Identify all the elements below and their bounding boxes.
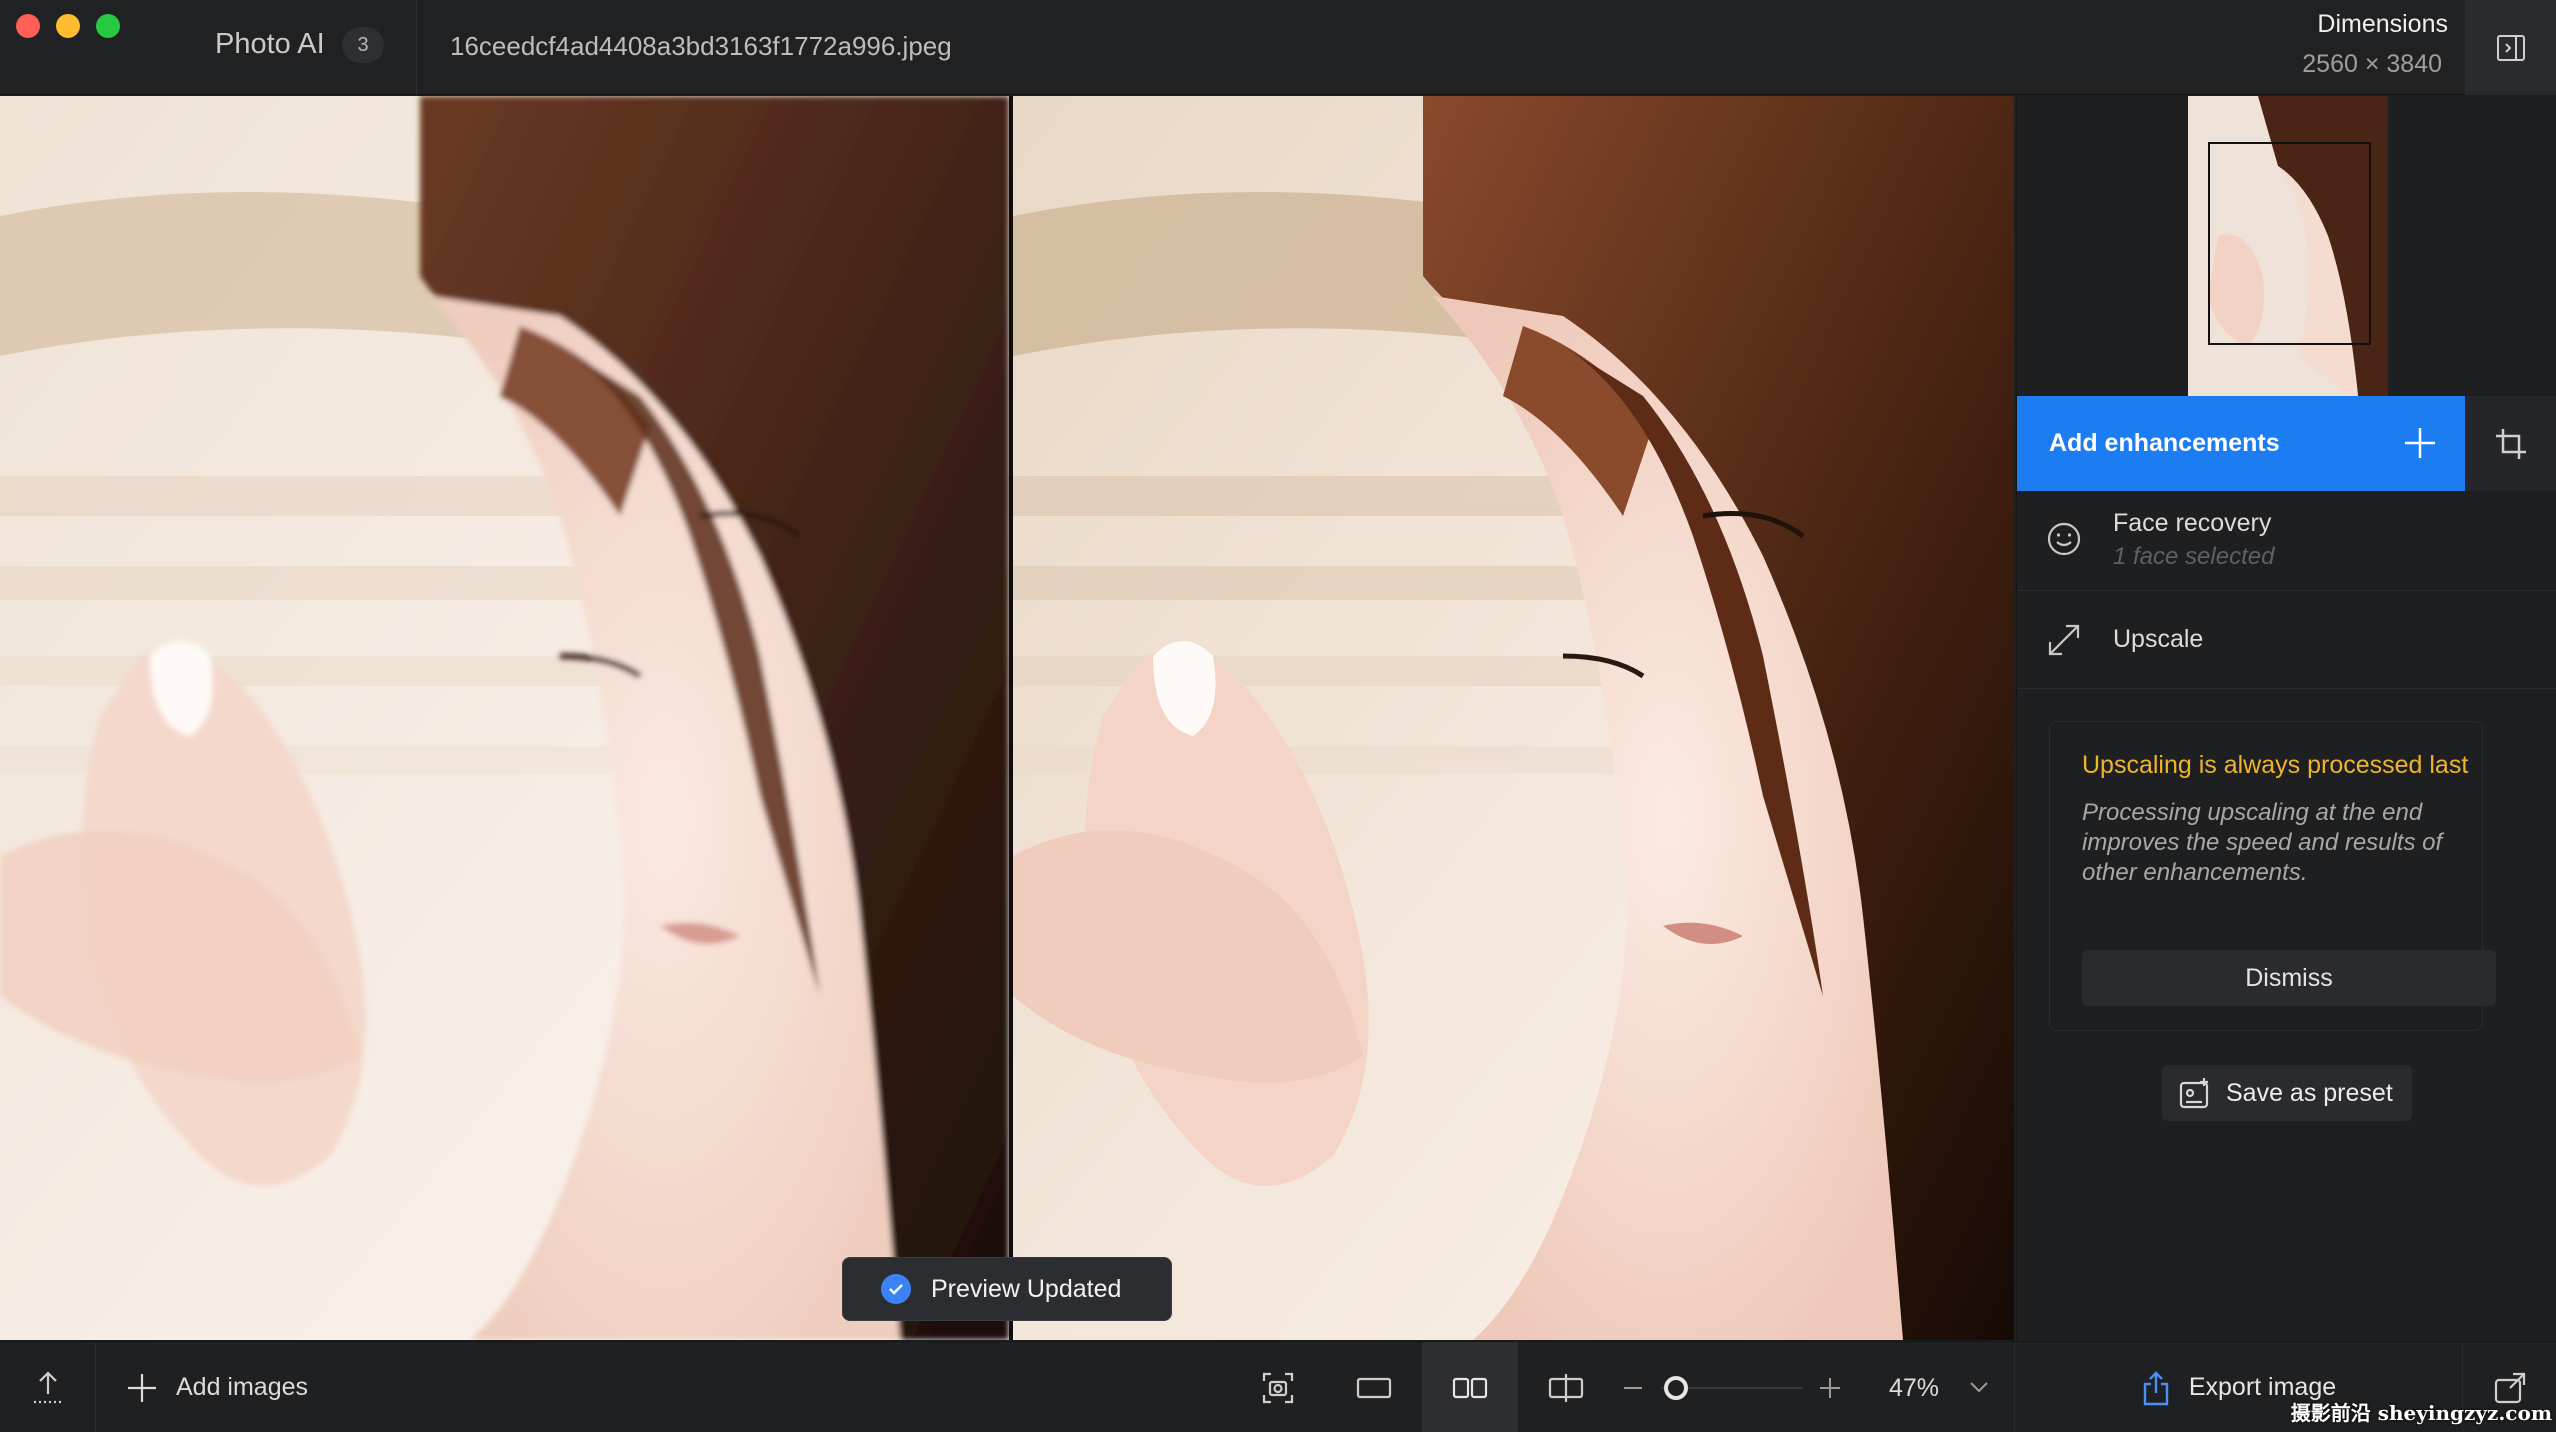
viewport-indicator[interactable] (2208, 142, 2371, 345)
face-recovery-item[interactable]: Face recovery 1 face selected (2017, 491, 2556, 591)
notice-title: Upscaling is always processed last (2082, 751, 2469, 779)
crop-button[interactable] (2465, 396, 2556, 491)
sidebar-toggle-button[interactable] (2465, 0, 2556, 95)
toast-message: Preview Updated (931, 1274, 1122, 1303)
zoom-in-icon[interactable] (1818, 1376, 1842, 1400)
zoom-slider[interactable] (1622, 1342, 1852, 1432)
zoom-level[interactable]: 47% (1889, 1374, 1939, 1403)
upscale-item[interactable]: Upscale (2017, 591, 2556, 689)
snapshot-button[interactable] (1230, 1342, 1326, 1432)
upscale-title: Upscale (2113, 625, 2204, 653)
watermark-text: 摄影前沿 sheyingzyz.com (2290, 1401, 2552, 1425)
save-as-preset-label: Save as preset (2226, 1078, 2393, 1107)
dimensions-label: Dimensions (2317, 10, 2448, 38)
file-name: 16ceedcf4ad4408a3bd3163f1772a996.jpeg (450, 31, 952, 61)
share-export-icon (2143, 1370, 2169, 1405)
add-enhancements-button[interactable]: Add enhancements (2017, 396, 2465, 491)
image-count-badge[interactable]: 3 (342, 27, 384, 63)
face-recovery-title: Face recovery (2113, 509, 2272, 537)
title-bar: Photo AI 3 16ceedcf4ad4408a3bd3163f1772a… (0, 0, 2556, 95)
sidebar-toggle-icon (2496, 34, 2525, 61)
app-name: Photo AI (215, 28, 325, 60)
split-view-icon (1548, 1373, 1584, 1402)
plus-icon (2405, 428, 2435, 458)
bottom-toolbar: Add images 47% Export image (0, 1341, 2556, 1432)
single-view-button[interactable] (1326, 1342, 1422, 1432)
enhanced-photo (1013, 96, 2014, 1340)
upload-icon (33, 1370, 62, 1403)
zoom-out-icon[interactable] (1622, 1380, 1644, 1396)
camera-focus-icon (1262, 1372, 1294, 1403)
dimensions-value: 2560 × 3840 (2302, 50, 2442, 78)
smiley-face-icon (2047, 522, 2081, 556)
expand-arrows-icon (2048, 624, 2080, 656)
side-by-side-view-button[interactable] (1422, 1342, 1518, 1432)
enhancements-sidebar: Add enhancements Face recovery 1 face se… (2016, 96, 2556, 1340)
enhanced-preview (1013, 96, 2014, 1340)
original-preview (0, 96, 1009, 1340)
split-view-button[interactable] (1518, 1342, 1614, 1432)
crop-icon (2496, 428, 2526, 459)
notice-body: Processing upscaling at the end improves… (2082, 799, 2443, 886)
photo-ai-window: Photo AI 3 16ceedcf4ad4408a3bd3163f1772a… (0, 0, 2556, 1432)
zoom-slider-knob[interactable] (1664, 1376, 1688, 1400)
upscaling-notice: Upscaling is always processed last Proce… (2049, 721, 2496, 1031)
chevron-down-icon[interactable] (1967, 1375, 1991, 1399)
navigator-thumbnail[interactable] (2188, 96, 2388, 396)
divider (416, 0, 417, 95)
preset-icon (2179, 1078, 2209, 1109)
add-images-button[interactable]: Add images (126, 1342, 308, 1432)
window-controls (16, 14, 120, 38)
preview-updated-toast: Preview Updated (842, 1257, 1172, 1321)
add-enhancements-label: Add enhancements (2049, 429, 2280, 457)
original-photo (0, 96, 1009, 1340)
plus-icon (128, 1373, 156, 1402)
zoom-window-button[interactable] (96, 14, 120, 38)
minimize-window-button[interactable] (56, 14, 80, 38)
add-images-label: Add images (176, 1373, 309, 1401)
single-view-icon (1356, 1377, 1392, 1398)
image-viewport[interactable]: Preview Updated (0, 96, 2014, 1340)
face-recovery-subtitle: 1 face selected (2113, 543, 2275, 570)
dismiss-button[interactable]: Dismiss (2082, 950, 2496, 1006)
save-as-preset-button[interactable]: Save as preset (2162, 1065, 2412, 1121)
upload-button[interactable] (0, 1342, 96, 1432)
side-by-side-icon (1452, 1377, 1488, 1398)
check-circle-icon (881, 1274, 911, 1304)
close-window-button[interactable] (16, 14, 40, 38)
